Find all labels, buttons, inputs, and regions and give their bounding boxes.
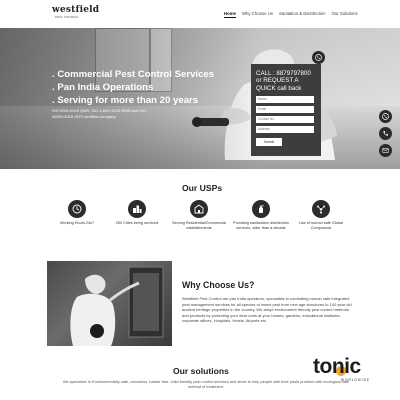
solutions-title: Our solutions [173,366,229,376]
usp-item: Serving Residential/Commercial establish… [168,200,230,230]
hero-certifications: ISO 9001:2015 QMS, ISO 14001:2015 EMS an… [52,108,147,119]
logo-subtext: PEST CONTROL [55,16,79,19]
watermark-word: tonic [313,355,361,378]
usp-item: Providing sanitization disinfection serv… [230,200,292,230]
usp-item: 250 Cities being serviced [106,200,168,226]
submit-button[interactable]: Submit [256,138,282,146]
whatsapp-side-button[interactable] [379,110,392,123]
hero-line-years: . Serving for more than 20 years [52,95,199,106]
building-icon [190,200,208,218]
usp-text: Providing sanitization disinfection serv… [233,221,289,230]
nav-sanitation[interactable]: Sanitation & Disinfection [279,11,326,18]
sanitizer-icon [252,200,270,218]
hero-headline-list: . Commercial Pest Control Services . Pan… [52,68,214,107]
usp-item: Use of human safe Global Compounds [290,200,352,230]
hero-banner: . Commercial Pest Control Services . Pan… [0,28,400,169]
top-nav: westfield PEST CONTROL Home Why Choose U… [0,0,400,28]
why-body: Westfield Pest Control are pan India ope… [182,296,352,324]
whatsapp-icon [382,113,389,120]
address-field[interactable] [256,126,314,133]
usp-text: Use of human safe Global Compounds [299,221,343,230]
callback-title: CALL : 8879797800 or REQUEST A QUICK cal… [256,70,311,92]
phone-icon [383,131,388,136]
nav-why-choose-us[interactable]: Why Choose Us [242,11,273,18]
molecule-icon [312,200,330,218]
usp-text: Serving Residential/Commercial establish… [171,221,227,230]
mail-icon [382,148,389,153]
usp-text: 250 Cities being serviced [115,221,159,225]
hero-line-pan-india: . Pan India Operations [52,82,154,93]
solutions-body: We specialize in Environmentally safe, o… [62,379,350,390]
usp-item: Working Hours 24x7 [46,200,108,226]
tonic-watermark: tonic WORLDWIDE [313,355,385,387]
hero-line-commercial: . Commercial Pest Control Services [52,69,215,80]
watermark-subtext: WORLDWIDE [341,378,370,382]
city-icon [128,200,146,218]
logo-text: westfield [52,5,100,15]
contact-field[interactable] [256,116,314,123]
mail-side-button[interactable] [379,144,392,157]
brand-logo[interactable]: westfield PEST CONTROL [52,5,99,23]
nav-links: Home Why Choose Us Sanitation & Disinfec… [224,11,358,18]
usp-text: Working Hours 24x7 [59,221,95,225]
whatsapp-float-button[interactable] [312,51,325,64]
why-technician-image [47,261,172,346]
nav-home[interactable]: Home [224,11,236,18]
name-field[interactable] [256,96,314,103]
email-field[interactable] [256,106,314,113]
usps-title: Our USPs [182,183,223,193]
nav-solutions[interactable]: Our Solutions [332,11,358,18]
why-title: Why Choose Us? [182,280,255,290]
phone-side-button[interactable] [379,127,392,140]
clock-icon [68,200,86,218]
whatsapp-icon [315,54,322,61]
